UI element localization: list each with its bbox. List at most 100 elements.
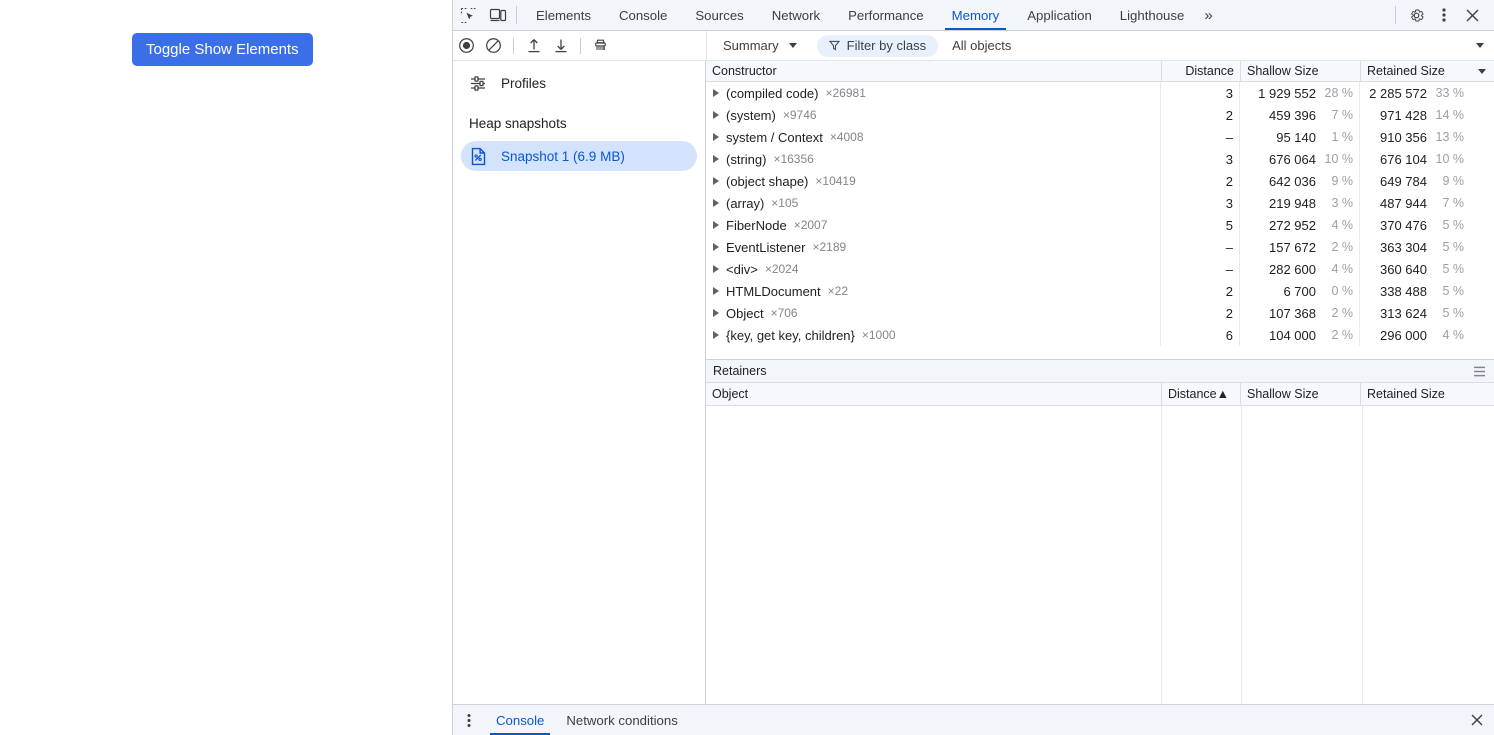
table-row[interactable]: (object shape) ×10419 2 642 036 9 % 649 784 9 … bbox=[706, 170, 1494, 192]
shallow-size-value: 459 396 bbox=[1269, 107, 1316, 123]
constructor-count: ×16356 bbox=[773, 152, 814, 166]
more-vertical-icon[interactable] bbox=[1430, 1, 1458, 29]
cell-constructor: EventListener ×2189 bbox=[706, 236, 1161, 258]
table-row[interactable]: (system) ×9746 2 459 396 7 % 971 428 14 % bbox=[706, 104, 1494, 126]
table-row[interactable]: Object ×706 2 107 368 2 % 313 624 5 % bbox=[706, 302, 1494, 324]
cell-constructor: (object shape) ×10419 bbox=[706, 170, 1161, 192]
filter-by-class-input[interactable]: Filter by class bbox=[816, 34, 939, 57]
cell-distance: 2 bbox=[1161, 170, 1240, 192]
expand-triangle-icon[interactable] bbox=[713, 309, 719, 317]
profiles-label: Profiles bbox=[501, 76, 547, 91]
inspect-element-icon[interactable] bbox=[453, 0, 483, 30]
cell-constructor: FiberNode ×2007 bbox=[706, 214, 1161, 236]
expand-triangle-icon[interactable] bbox=[713, 287, 719, 295]
drawer-close-icon[interactable] bbox=[1460, 705, 1494, 735]
clear-icon[interactable] bbox=[480, 31, 507, 60]
table-row[interactable]: HTMLDocument ×22 2 6 700 0 % 338 488 5 % bbox=[706, 280, 1494, 302]
tab-performance[interactable]: Performance bbox=[834, 0, 938, 30]
drawer-tab-network-conditions[interactable]: Network conditions bbox=[555, 705, 688, 735]
expand-triangle-icon[interactable] bbox=[713, 177, 719, 185]
column-header-shallow-size[interactable]: Shallow Size bbox=[1240, 61, 1360, 81]
expand-triangle-icon[interactable] bbox=[713, 89, 719, 97]
tab-lighthouse[interactable]: Lighthouse bbox=[1106, 0, 1199, 30]
constructor-name: (system) bbox=[726, 107, 776, 123]
table-row[interactable]: (string) ×16356 3 676 064 10 % 676 104 10 % bbox=[706, 148, 1494, 170]
expand-triangle-icon[interactable] bbox=[713, 199, 719, 207]
retained-size-percent: 33 % bbox=[1435, 86, 1465, 100]
shallow-size-value: 6 700 bbox=[1283, 283, 1316, 299]
collect-garbage-icon[interactable] bbox=[587, 31, 614, 60]
device-toolbar-icon[interactable] bbox=[483, 0, 513, 30]
view-type-select[interactable]: Summary bbox=[715, 35, 805, 57]
cell-constructor: Object ×706 bbox=[706, 302, 1161, 324]
table-row[interactable]: EventListener ×2189 – 157 672 2 % 363 304 5 % bbox=[706, 236, 1494, 258]
column-header-constructor[interactable]: Constructor bbox=[706, 61, 1161, 81]
constructor-count: ×9746 bbox=[782, 108, 817, 122]
table-row[interactable]: (compiled code) ×26981 3 1 929 552 28 % 2 285… bbox=[706, 82, 1494, 104]
more-tabs-icon[interactable]: » bbox=[1198, 0, 1220, 30]
column-divider bbox=[1362, 406, 1363, 704]
record-heap-icon[interactable] bbox=[453, 31, 480, 60]
constructors-header-row: Constructor Distance Shallow Size Retain… bbox=[706, 61, 1494, 82]
constructor-name: HTMLDocument bbox=[726, 283, 821, 299]
memory-toolbar: Summary Filter by class All objects bbox=[453, 31, 1494, 61]
memory-toolbar-actions bbox=[453, 31, 706, 60]
cell-shallow-size: 282 600 4 % bbox=[1240, 258, 1360, 280]
cell-distance: – bbox=[1161, 258, 1240, 280]
filter-placeholder: Filter by class bbox=[846, 38, 927, 53]
tab-label: Lighthouse bbox=[1119, 7, 1185, 23]
close-icon[interactable] bbox=[1458, 1, 1486, 29]
tab-console[interactable]: Console bbox=[605, 0, 681, 30]
toggle-show-elements-button[interactable]: Toggle Show Elements bbox=[132, 33, 313, 66]
cell-distance: 6 bbox=[1161, 324, 1240, 346]
expand-triangle-icon[interactable] bbox=[713, 265, 719, 273]
column-header-retainer-retained[interactable]: Retained Size bbox=[1360, 383, 1494, 405]
expand-triangle-icon[interactable] bbox=[713, 221, 719, 229]
table-row[interactable]: {key, get key, children} ×1000 6 104 000 2 %… bbox=[706, 324, 1494, 346]
column-header-retainer-shallow[interactable]: Shallow Size bbox=[1240, 383, 1360, 405]
table-row[interactable]: (array) ×105 3 219 948 3 % 487 944 7 % bbox=[706, 192, 1494, 214]
tab-application[interactable]: Application bbox=[1013, 0, 1106, 30]
retained-size-percent: 14 % bbox=[1435, 108, 1465, 122]
shallow-size-value: 676 064 bbox=[1269, 151, 1316, 167]
tab-memory[interactable]: Memory bbox=[938, 0, 1014, 30]
cell-retained-size: 370 476 5 % bbox=[1360, 214, 1494, 236]
retained-size-value: 363 304 bbox=[1380, 239, 1427, 255]
expand-triangle-icon[interactable] bbox=[713, 331, 719, 339]
expand-triangle-icon[interactable] bbox=[713, 111, 719, 119]
expand-triangle-icon[interactable] bbox=[713, 155, 719, 163]
tab-network[interactable]: Network bbox=[758, 0, 834, 30]
sidebar-item-profiles[interactable]: Profiles bbox=[453, 69, 705, 98]
retained-size-value: 676 104 bbox=[1380, 151, 1427, 167]
snapshot-file-icon bbox=[471, 147, 486, 165]
table-row[interactable]: <div> ×2024 – 282 600 4 % 360 640 5 % bbox=[706, 258, 1494, 280]
tab-sources[interactable]: Sources bbox=[681, 0, 757, 30]
heap-snapshots-section-label: Heap snapshots bbox=[469, 116, 567, 131]
column-header-retainer-distance[interactable]: Distance▲ bbox=[1161, 383, 1240, 405]
expand-triangle-icon[interactable] bbox=[713, 133, 719, 141]
cell-shallow-size: 1 929 552 28 % bbox=[1240, 82, 1360, 104]
cell-retained-size: 313 624 5 % bbox=[1360, 302, 1494, 324]
column-header-object[interactable]: Object bbox=[706, 383, 1161, 405]
drawer-tab-console[interactable]: Console bbox=[485, 705, 555, 735]
tab-elements[interactable]: Elements bbox=[522, 0, 605, 30]
shallow-size-percent: 4 % bbox=[1331, 262, 1353, 276]
objects-filter-select[interactable]: All objects bbox=[952, 35, 1494, 57]
constructor-name: <div> bbox=[726, 261, 758, 277]
column-header-distance[interactable]: Distance bbox=[1161, 61, 1240, 81]
column-header-retained-size[interactable]: Retained Size bbox=[1360, 61, 1494, 81]
cell-distance: – bbox=[1161, 236, 1240, 258]
table-row[interactable]: FiberNode ×2007 5 272 952 4 % 370 476 5 % bbox=[706, 214, 1494, 236]
expand-triangle-icon[interactable] bbox=[713, 243, 719, 251]
table-row[interactable]: system / Context ×4008 – 95 140 1 % 910 356 13… bbox=[706, 126, 1494, 148]
gear-icon[interactable] bbox=[1402, 1, 1430, 29]
save-profile-icon[interactable] bbox=[547, 31, 574, 60]
constructor-count: ×105 bbox=[771, 196, 799, 210]
retained-size-value: 487 944 bbox=[1380, 195, 1427, 211]
filter-icon bbox=[828, 40, 840, 51]
load-profile-icon[interactable] bbox=[520, 31, 547, 60]
sidebar-item-snapshot-1[interactable]: Snapshot 1 (6.9 MB) bbox=[461, 141, 697, 171]
constructor-name: (array) bbox=[726, 195, 765, 211]
drawer-more-icon[interactable] bbox=[453, 705, 485, 735]
retained-size-value: 370 476 bbox=[1380, 217, 1427, 233]
